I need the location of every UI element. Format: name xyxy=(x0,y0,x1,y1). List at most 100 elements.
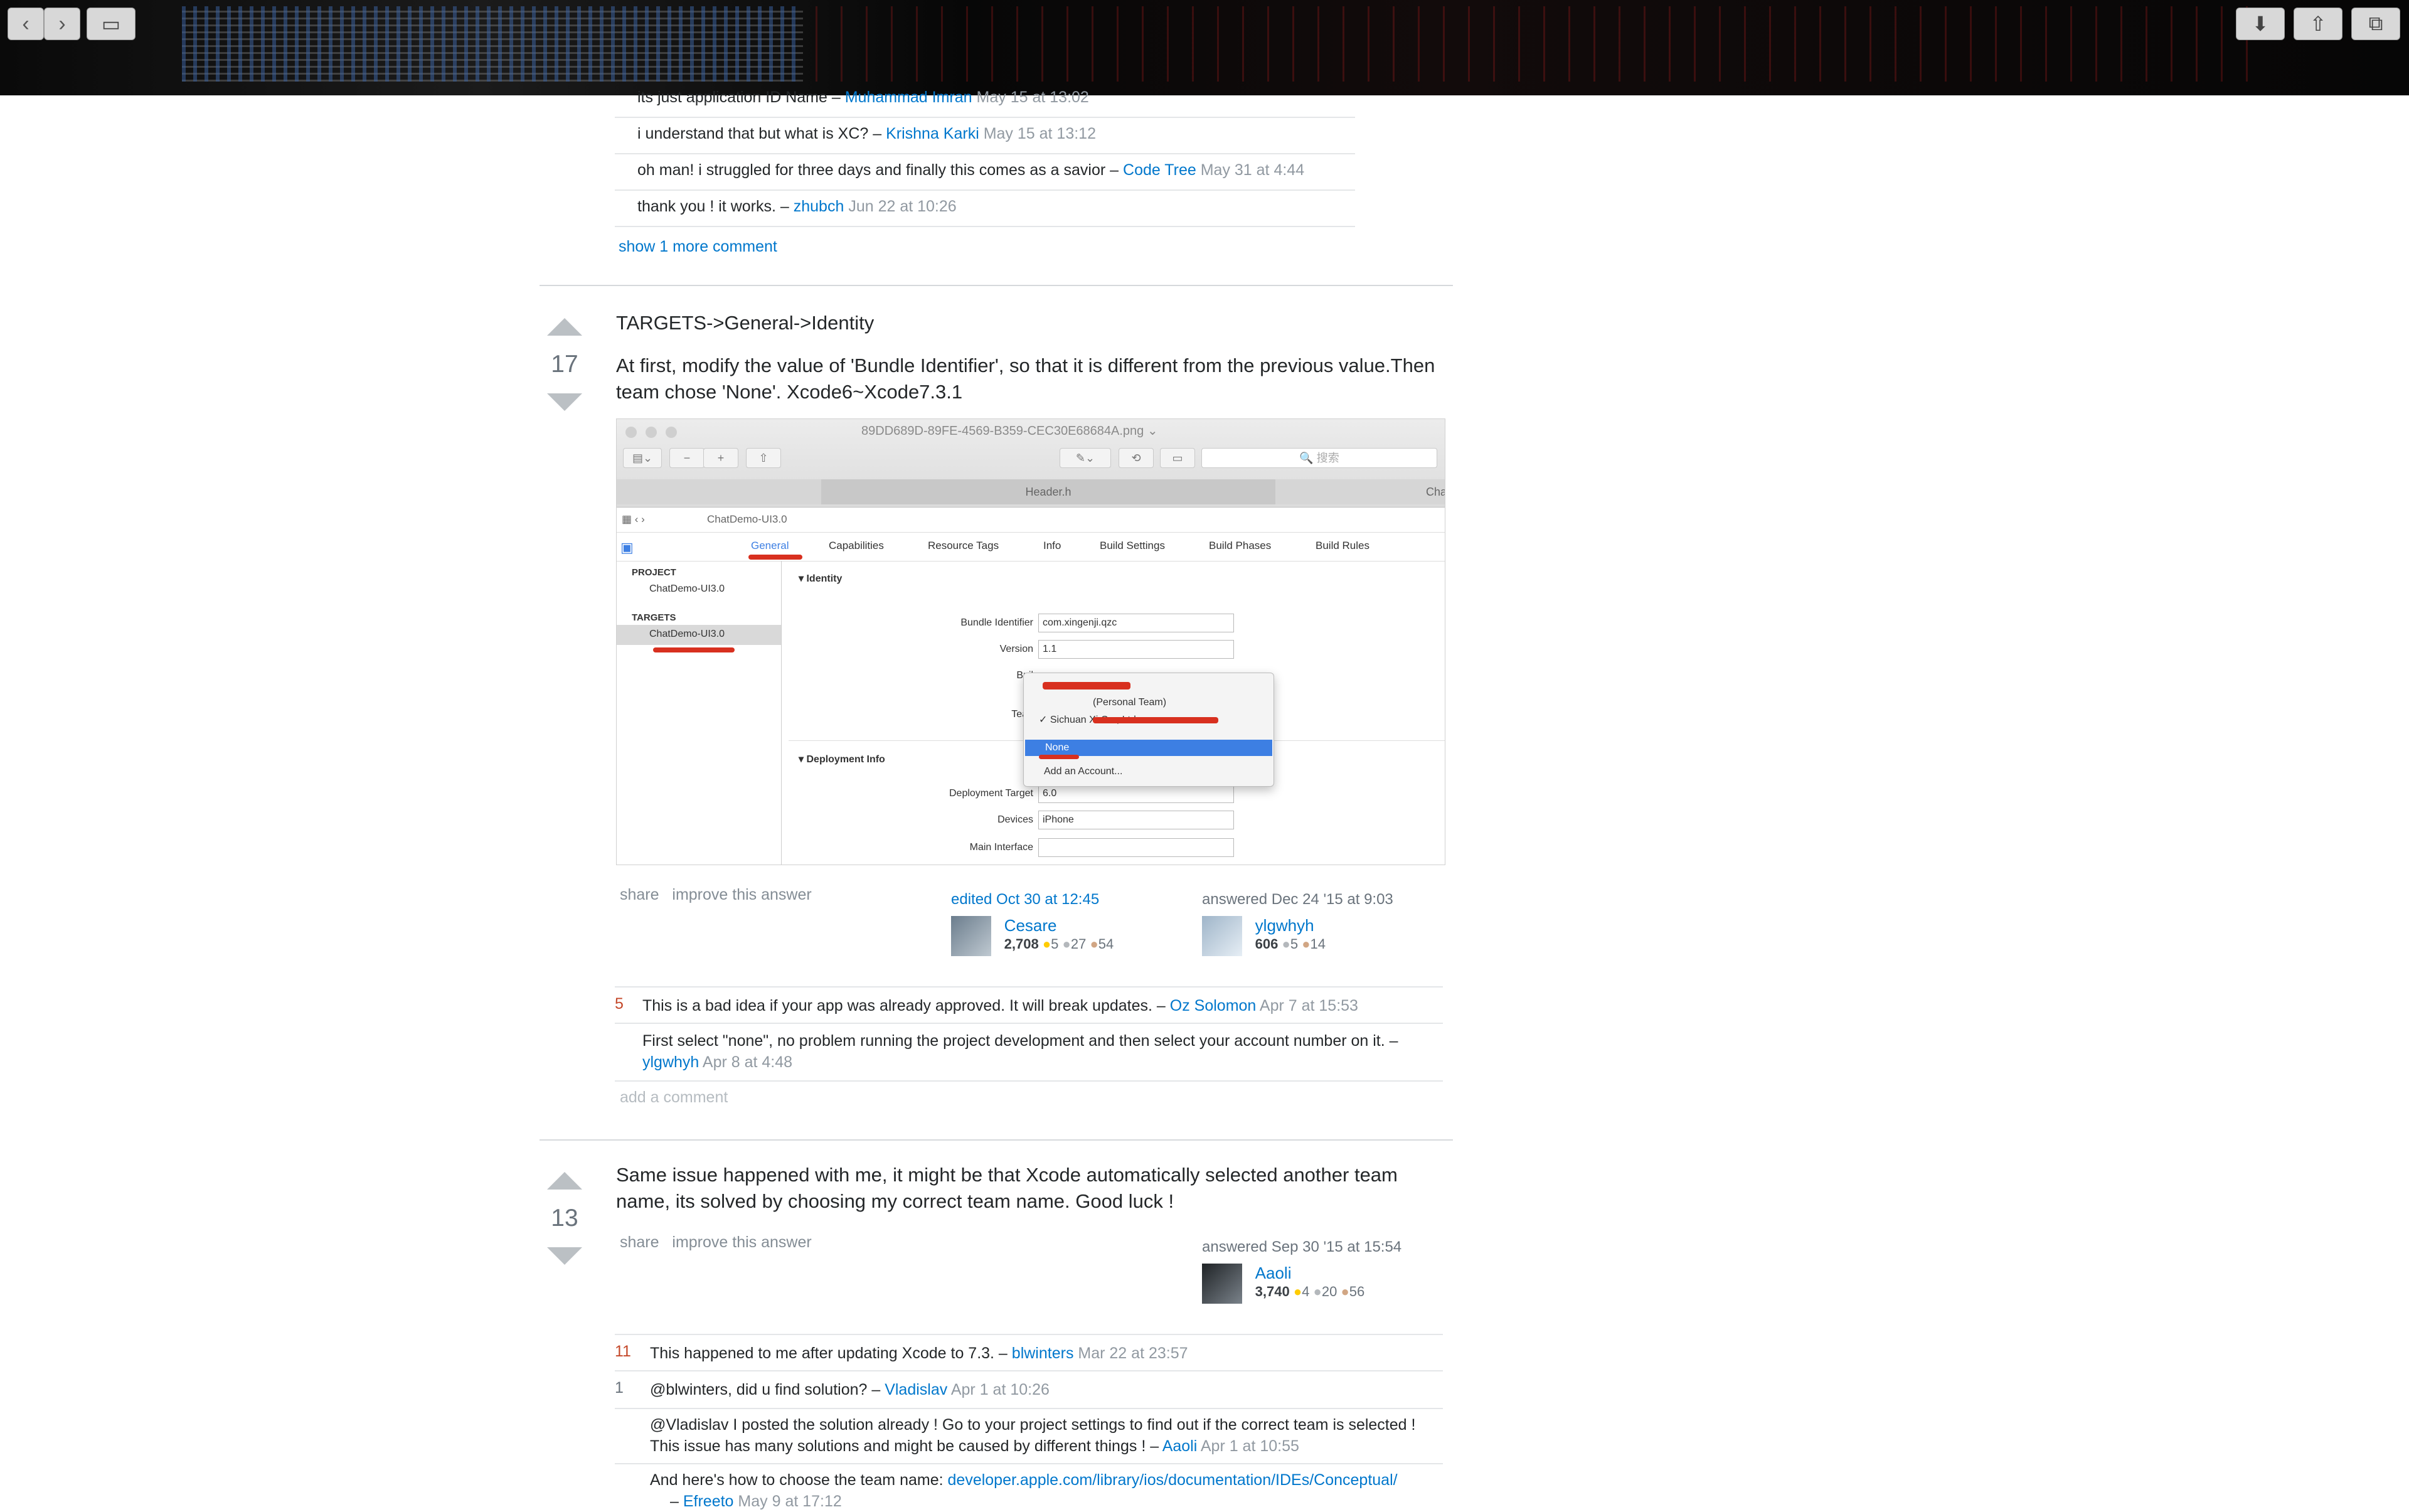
embed-breadcrumb: ChatDemo-UI3.0 xyxy=(707,513,787,525)
browser-toolbar: ‹ › ▭ ⬇ ⇧ ⧉ xyxy=(0,0,2409,95)
comment-time: Apr 7 at 15:53 xyxy=(1259,997,1358,1014)
answer-line: TARGETS->General->Identity xyxy=(616,312,875,334)
divider xyxy=(615,1080,1443,1082)
divider xyxy=(615,153,1355,154)
author-signature: answered Dec 24 '15 at 9:03 ylgwhyh 606 … xyxy=(1202,891,1393,956)
embed-targets-label: TARGETS xyxy=(632,612,676,623)
editor-user-link[interactable]: Cesare xyxy=(1004,916,1057,935)
embed-tab-resource-tags: Resource Tags xyxy=(928,540,999,551)
upvote-arrow-icon[interactable] xyxy=(547,1172,582,1190)
add-comment-link[interactable]: add a comment xyxy=(620,1087,728,1108)
reputation-badges: 2,708 ●5 ●27 ●54 xyxy=(1004,936,1114,952)
embed-zoom-out-icon: − xyxy=(669,448,705,468)
comment-time: Jun 22 at 10:26 xyxy=(848,198,957,215)
avatar[interactable] xyxy=(1202,916,1242,956)
comment-user-link[interactable]: zhubch xyxy=(794,198,844,215)
download-icon: ⬇ xyxy=(2252,13,2269,35)
downvote-arrow-icon[interactable] xyxy=(547,393,582,411)
avatar[interactable] xyxy=(951,916,991,956)
embed-popup-add-account: Add an Account... xyxy=(1044,766,1123,777)
share-link[interactable]: share xyxy=(620,1233,659,1251)
embed-bundle-field: com.xingenji.qzc xyxy=(1038,614,1234,632)
embed-devices-label: Devices xyxy=(997,814,1033,825)
divider xyxy=(615,986,1443,988)
divider xyxy=(615,189,1355,191)
embed-breadcrumb-bar: ▦ ‹ › ChatDemo-UI3.0 xyxy=(617,507,1445,533)
vote-count: 17 xyxy=(551,351,578,378)
comment-link[interactable]: developer.apple.com/library/ios/document… xyxy=(948,1471,1398,1489)
embed-tab-right: Cha xyxy=(1426,486,1445,498)
upvote-arrow-icon[interactable] xyxy=(547,318,582,336)
reputation-badges: 3,740 ●4 ●20 ●56 xyxy=(1255,1284,1365,1299)
comment-user-link[interactable]: Aaoli xyxy=(1162,1437,1198,1455)
embed-target-item: ChatDemo-UI3.0 xyxy=(649,629,725,639)
author-user-link[interactable]: Aaoli xyxy=(1255,1264,1292,1282)
toolbar-noise xyxy=(816,6,2258,82)
divider xyxy=(615,1463,1443,1464)
author-signature: answered Sep 30 '15 at 15:54 Aaoli 3,740… xyxy=(1202,1238,1401,1304)
chevron-left-icon: ‹ xyxy=(22,11,29,36)
reputation-badges: 606 ●5 ●14 xyxy=(1255,936,1326,952)
comment-user-link[interactable]: ylgwhyh xyxy=(642,1053,699,1071)
comment-score: 1 xyxy=(615,1379,624,1397)
forward-button[interactable]: › xyxy=(44,8,80,40)
divider xyxy=(615,1023,1443,1024)
comment-user-link[interactable]: Krishna Karki xyxy=(886,125,979,142)
back-button[interactable]: ‹ xyxy=(8,8,44,40)
embed-share-icon: ⇧ xyxy=(746,448,781,468)
sidebar-icon: ▭ xyxy=(101,13,121,35)
embed-team-popup: (Personal Team) ✓ Sichuan Xi Co., Ltd. N… xyxy=(1023,673,1274,787)
divider xyxy=(615,1408,1443,1409)
embed-search-field: 🔍 搜索 xyxy=(1201,448,1437,468)
comment-score: 5 xyxy=(615,995,624,1013)
vote-cell: 17 xyxy=(540,318,590,411)
comment-time: Mar 22 at 23:57 xyxy=(1078,1344,1188,1362)
share-link[interactable]: share xyxy=(620,886,659,903)
red-redaction-mark xyxy=(1093,717,1218,723)
comment-user-link[interactable]: Muhammad Imran xyxy=(845,88,972,106)
comment: @Vladislav I posted the solution already… xyxy=(650,1416,1416,1455)
embed-project-navigator: PROJECT ChatDemo-UI3.0 TARGETS ChatDemo-… xyxy=(617,561,782,865)
sidebar-button[interactable]: ▭ xyxy=(87,8,136,40)
tabs-button[interactable]: ⧉ xyxy=(2351,8,2400,40)
improve-answer-link[interactable]: improve this answer xyxy=(672,1233,811,1251)
divider xyxy=(615,1334,1443,1335)
embed-zoom-in-icon: + xyxy=(703,448,738,468)
comment-user-link[interactable]: Code Tree xyxy=(1123,161,1196,179)
embed-tab-build-rules: Build Rules xyxy=(1316,540,1369,551)
comment-time: May 31 at 4:44 xyxy=(1200,161,1305,179)
divider xyxy=(615,1370,1443,1371)
embed-sidebar-icon: ▤⌄ xyxy=(623,448,662,468)
embed-window-titlebar: 89DD689D-89FE-4569-B359-CEC30E68684A.png… xyxy=(617,419,1445,508)
embed-identity-heading: ▾ Identity xyxy=(799,573,843,584)
avatar[interactable] xyxy=(1202,1264,1242,1304)
improve-answer-link[interactable]: improve this answer xyxy=(672,886,811,903)
author-user-link[interactable]: ylgwhyh xyxy=(1255,916,1314,935)
comment: @blwinters, did u find solution? – Vladi… xyxy=(650,1381,1050,1398)
post-menu: share improve this answer xyxy=(620,886,812,904)
comment: its just application ID Name – Muhammad … xyxy=(637,88,1089,106)
embed-tab-header: Header.h xyxy=(821,479,1275,504)
embed-tab-capabilities: Capabilities xyxy=(829,540,884,551)
answer-paragraph: Same issue happened with me, it might be… xyxy=(616,1164,1398,1212)
comment-user-link[interactable]: blwinters xyxy=(1012,1344,1074,1362)
share-button[interactable]: ⇧ xyxy=(2294,8,2343,40)
embed-tab-build-phases: Build Phases xyxy=(1209,540,1272,551)
comment: thank you ! it works. – zhubch Jun 22 at… xyxy=(637,198,957,215)
embed-main-interface-label: Main Interface xyxy=(969,842,1033,853)
embed-team-label: Tean xyxy=(1011,709,1033,720)
comment-user-link[interactable]: Oz Solomon xyxy=(1170,997,1257,1014)
comment-user-link[interactable]: Vladislav xyxy=(885,1381,947,1398)
downloads-button[interactable]: ⬇ xyxy=(2236,8,2285,40)
embed-doc-icon: ▣ xyxy=(620,540,634,555)
comment: This happened to me after updating Xcode… xyxy=(650,1344,1188,1362)
editor-signature: edited Oct 30 at 12:45 Cesare 2,708 ●5 ●… xyxy=(951,891,1114,956)
comment-user-link[interactable]: Efreeto xyxy=(683,1493,734,1510)
edited-timestamp-link[interactable]: edited Oct 30 at 12:45 xyxy=(951,891,1114,908)
embed-bundle-label: Bundle Identifier xyxy=(960,617,1033,628)
downvote-arrow-icon[interactable] xyxy=(547,1247,582,1265)
embed-tab-general: General xyxy=(751,540,789,551)
show-more-comments-link[interactable]: show 1 more comment xyxy=(619,236,777,257)
comment: i understand that but what is XC? – Kris… xyxy=(637,125,1096,142)
embed-main-interface-field xyxy=(1038,838,1234,857)
